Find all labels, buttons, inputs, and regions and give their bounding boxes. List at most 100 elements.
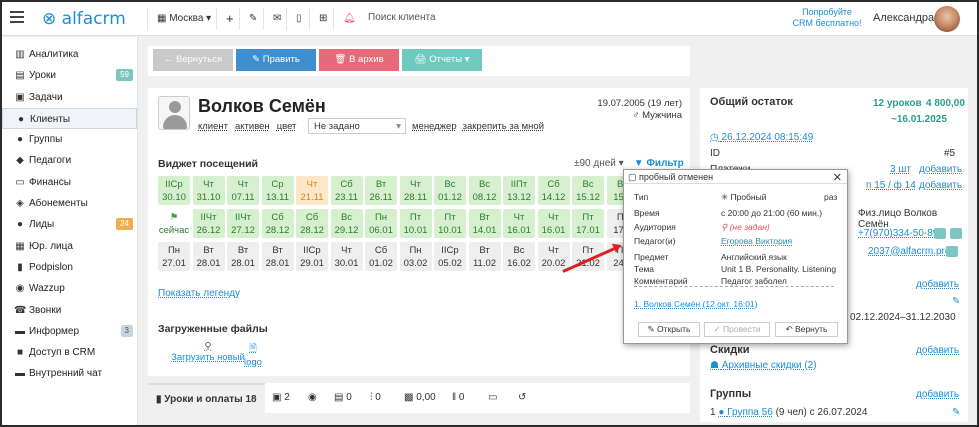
- call-icon[interactable]: [950, 228, 962, 239]
- search-input[interactable]: Поиск клиента: [368, 12, 436, 23]
- attendance-cell[interactable]: Вс 29.12: [330, 209, 363, 238]
- back-button[interactable]: ← Вернуться: [153, 49, 233, 71]
- attendance-cell[interactable]: IIЧт 27.12: [227, 209, 259, 238]
- upload-link[interactable]: ⚲ Загрузить новый: [158, 341, 258, 363]
- email-link[interactable]: 2037@alfacrm.pro: [868, 246, 950, 257]
- attendance-cell[interactable]: Пн 06.01: [365, 209, 397, 238]
- attendance-cell[interactable]: Сб 28.12: [296, 209, 328, 238]
- tab-pause[interactable]: ‖ 0: [452, 383, 464, 413]
- sidebar-item-clients[interactable]: ● Клиенты: [2, 107, 137, 130]
- attendance-cell[interactable]: Вс 01.12: [434, 176, 466, 205]
- sidebar-item-tasks[interactable]: ▣ Задачи: [2, 87, 137, 108]
- attendance-cell[interactable]: Вт 28.01: [192, 242, 225, 271]
- tab-lessons-payments[interactable]: ▮ Уроки и оплаты 18: [148, 383, 265, 413]
- attendance-cell[interactable]: Ср 13.11: [261, 176, 294, 205]
- discounts-add[interactable]: добавить: [916, 345, 959, 356]
- mobile-icon[interactable]: ▯: [286, 8, 311, 30]
- sidebar-item-leads[interactable]: ● Лиды 24: [2, 214, 137, 235]
- attendance-cell[interactable]: IIСр 30.10: [158, 176, 190, 205]
- attendance-cell[interactable]: Пт 17.01: [572, 209, 604, 238]
- conduct-button[interactable]: ✓ Провести: [704, 322, 770, 337]
- sidebar-item-chat[interactable]: ▬ Внутренний чат: [2, 363, 137, 384]
- promo-link[interactable]: Попробуйте CRM бесплатно!: [792, 7, 862, 29]
- sidebar-item-wazzup[interactable]: ◉ Wazzup: [2, 278, 137, 299]
- attendance-cell[interactable]: ⚑ сейчас: [158, 209, 190, 238]
- attendance-cell[interactable]: Сб 14.12: [537, 176, 570, 205]
- file-link[interactable]: 🗎︎ logo: [244, 341, 262, 368]
- avatar[interactable]: [934, 6, 960, 32]
- show-legend-link[interactable]: Показать легенду: [158, 288, 240, 299]
- close-icon[interactable]: ✕: [833, 171, 842, 184]
- attendance-cell[interactable]: IIПт 13.12: [503, 176, 535, 205]
- client-photo[interactable]: [158, 96, 190, 130]
- manager-link[interactable]: менеджер: [412, 121, 457, 132]
- return-button[interactable]: ↶ Вернуть: [775, 322, 838, 337]
- sidebar-item-teachers[interactable]: ◆ Педагоги: [2, 150, 137, 171]
- sidebar-item-groups[interactable]: ● Группы: [2, 129, 137, 150]
- tab-whatsapp[interactable]: ◉: [308, 383, 317, 413]
- group-edit-icon[interactable]: ✎: [952, 407, 960, 418]
- attendance-cell[interactable]: Вс 15.12: [572, 176, 604, 205]
- period-select[interactable]: ±90 дней ▾: [574, 158, 624, 169]
- tab-comments[interactable]: ▣ 2: [272, 383, 290, 413]
- edit-button[interactable]: ✎ Править: [236, 49, 316, 71]
- sidebar-item-access[interactable]: ■ Доступ в CRM: [2, 342, 137, 363]
- phone-link[interactable]: +7(970)334-50-89: [858, 228, 938, 239]
- attendance-cell[interactable]: IIЧт 26.12: [192, 209, 225, 238]
- archived-discounts-link[interactable]: ☗ Архивные скидки (2): [710, 360, 817, 371]
- sidebar-item-subscriptions[interactable]: ◈ Абонементы: [2, 193, 137, 214]
- sidebar-item-lessons[interactable]: ▤ Уроки 59: [2, 65, 137, 86]
- archive-button[interactable]: 🗑 В архив: [319, 49, 399, 71]
- attendance-cell[interactable]: Сб 01.02: [365, 242, 397, 271]
- payments-count[interactable]: 3 шт: [890, 164, 911, 175]
- add-link-2[interactable]: добавить: [916, 279, 959, 290]
- open-button[interactable]: ✎ Открыть: [638, 322, 700, 337]
- assign-to-me-link[interactable]: закрепить за мной: [463, 121, 544, 132]
- attendance-cell[interactable]: Чт 16.01: [503, 209, 535, 238]
- attendance-cell[interactable]: Чт 07.11: [227, 176, 259, 205]
- user-name[interactable]: Александра: [873, 12, 934, 24]
- sidebar-item-informer[interactable]: ▬ Информер 3: [2, 321, 137, 342]
- popup-client-link[interactable]: 1. Волков Семён (12 окт. 16:01): [634, 299, 758, 309]
- filter-button[interactable]: ▼ Фильтр: [634, 158, 684, 169]
- tag-client[interactable]: клиент: [198, 121, 228, 132]
- sidebar-item-finance[interactable]: ▭ Финансы: [2, 172, 137, 193]
- attendance-cell[interactable]: IIСр 29.01: [296, 242, 328, 271]
- tab-card[interactable]: ▭: [488, 383, 497, 413]
- sidebar-item-podpislon[interactable]: ▮ Podpislon: [2, 257, 137, 278]
- attendance-cell[interactable]: Чт 30.01: [330, 242, 363, 271]
- sidebar-item-legal[interactable]: ▦ Юр. лица: [2, 236, 137, 257]
- pencil-icon[interactable]: ✎: [952, 296, 960, 307]
- city-selector[interactable]: ▦ Москва ▾: [147, 8, 220, 30]
- tab-bonus[interactable]: ▩ 0,00: [404, 383, 436, 413]
- tab-stats[interactable]: ⫶ 0: [370, 383, 381, 413]
- tag-active[interactable]: активен: [235, 121, 270, 132]
- attendance-cell[interactable]: Пн 27.01: [158, 242, 190, 271]
- tag-color[interactable]: цвет: [277, 121, 297, 132]
- subscription-add[interactable]: добавить: [919, 180, 962, 191]
- attendance-cell[interactable]: Пн 03.02: [399, 242, 432, 271]
- attendance-cell[interactable]: Вт 26.11: [365, 176, 397, 205]
- email-icon[interactable]: [946, 246, 958, 257]
- tab-docs[interactable]: ▤ 0: [334, 383, 352, 413]
- payments-add[interactable]: добавить: [919, 164, 962, 175]
- tab-history[interactable]: ↺: [518, 383, 526, 413]
- attendance-cell[interactable]: IIСр 05.02: [434, 242, 466, 271]
- status-select[interactable]: Не задано: [308, 118, 406, 134]
- groups-add[interactable]: добавить: [916, 389, 959, 400]
- attendance-cell[interactable]: Сб 23.11: [330, 176, 363, 205]
- attendance-cell[interactable]: Вт 11.02: [468, 242, 501, 271]
- attendance-cell[interactable]: Пт 10.01: [434, 209, 466, 238]
- attendance-cell[interactable]: Пт 10.01: [399, 209, 432, 238]
- attendance-cell[interactable]: Чт 28.11: [399, 176, 432, 205]
- app-logo[interactable]: ⊗ alfacrm: [42, 9, 126, 29]
- menu-icon[interactable]: [10, 11, 24, 23]
- attendance-cell[interactable]: Вс 08.12: [468, 176, 501, 205]
- attendance-cell[interactable]: Вс 16.02: [503, 242, 535, 271]
- attendance-cell[interactable]: Вт 28.01: [227, 242, 259, 271]
- bell-icon[interactable]: 🔔︎: [333, 8, 365, 30]
- attendance-cell[interactable]: Чт 21.11: [296, 176, 328, 205]
- attendance-cell[interactable]: Чт 31.10: [192, 176, 225, 205]
- attendance-cell[interactable]: Вт 28.01: [261, 242, 294, 271]
- sidebar-item-analytics[interactable]: ▥ Аналитика: [2, 44, 137, 65]
